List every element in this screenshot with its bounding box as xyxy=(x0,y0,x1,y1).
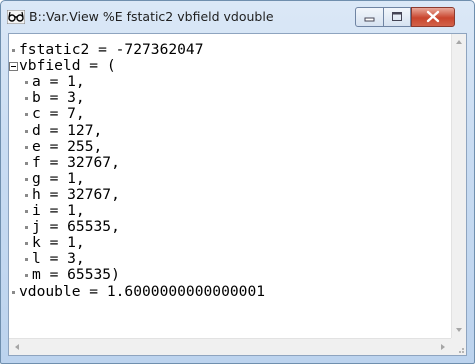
variable-line[interactable]: vdouble = 1.6000000000000001 xyxy=(19,283,265,300)
var-view-window: B::Var.View %E fstatic2 vbfield vdouble … xyxy=(0,0,475,364)
maximize-icon xyxy=(392,12,402,21)
tree-bullet xyxy=(25,113,28,117)
variable-line[interactable]: j = 65535, xyxy=(32,219,120,235)
variable-line[interactable]: l = 3, xyxy=(32,251,85,267)
tree-bullet xyxy=(25,258,28,262)
variable-line[interactable]: fstatic2 = -727362047 xyxy=(19,42,204,58)
tree-bullet xyxy=(25,161,28,165)
variable-line[interactable]: g = 1, xyxy=(32,170,85,187)
variable-line[interactable]: h = 32767, xyxy=(32,186,120,203)
variable-list: fstatic2 = -727362047 vbfield = (a = 1, b … xyxy=(9,34,451,338)
vertical-scrollbar[interactable] xyxy=(451,34,466,338)
window-title: B::Var.View %E fstatic2 vbfield vdouble xyxy=(29,9,274,24)
maximize-button[interactable] xyxy=(383,7,411,27)
close-icon xyxy=(426,10,440,23)
scroll-down-icon[interactable] xyxy=(456,328,462,332)
tree-bullet xyxy=(25,129,28,133)
tree-bullet xyxy=(25,81,28,85)
variable-line[interactable]: d = 127, xyxy=(32,122,102,139)
expand-collapse-toggle[interactable] xyxy=(9,62,18,72)
tree-bullet xyxy=(25,242,28,246)
variable-line[interactable]: b = 3, xyxy=(32,90,85,106)
resize-grip-icon xyxy=(459,348,464,353)
tree-bullet xyxy=(25,177,28,181)
scroll-left-icon[interactable] xyxy=(15,344,19,350)
tree-bullet xyxy=(25,193,28,197)
variable-line[interactable]: m = 65535) xyxy=(32,267,120,283)
variable-line[interactable]: a = 1, xyxy=(32,74,85,90)
tree-bullet xyxy=(25,97,28,101)
size-grip[interactable] xyxy=(451,338,466,355)
tree-bullet xyxy=(25,226,28,230)
minimize-button[interactable] xyxy=(355,7,384,27)
variable-line[interactable]: i = 1, xyxy=(32,203,85,219)
variable-line[interactable]: f = 32767, xyxy=(32,154,120,171)
tree-bullet xyxy=(12,290,15,294)
tree-bullet xyxy=(25,210,28,213)
scroll-right-icon[interactable] xyxy=(441,344,445,350)
tree-bullet xyxy=(25,274,28,278)
variable-line[interactable]: e = 255, xyxy=(32,138,102,155)
tree-bullet xyxy=(12,49,15,52)
minimize-icon xyxy=(364,17,375,22)
variable-line[interactable]: k = 1, xyxy=(32,235,85,251)
close-button[interactable] xyxy=(411,7,455,27)
variable-line[interactable]: vbfield = ( xyxy=(19,58,116,74)
variable-line[interactable]: c = 7, xyxy=(32,106,85,122)
variable-view-pane[interactable]: fstatic2 = -727362047 vbfield = (a = 1, b … xyxy=(8,33,467,356)
horizontal-scrollbar[interactable] xyxy=(9,338,451,355)
title-bar[interactable]: B::Var.View %E fstatic2 vbfield vdouble xyxy=(1,1,474,33)
tree-bullet xyxy=(25,145,28,149)
glasses-icon xyxy=(7,10,25,24)
scroll-up-icon[interactable] xyxy=(456,40,462,44)
